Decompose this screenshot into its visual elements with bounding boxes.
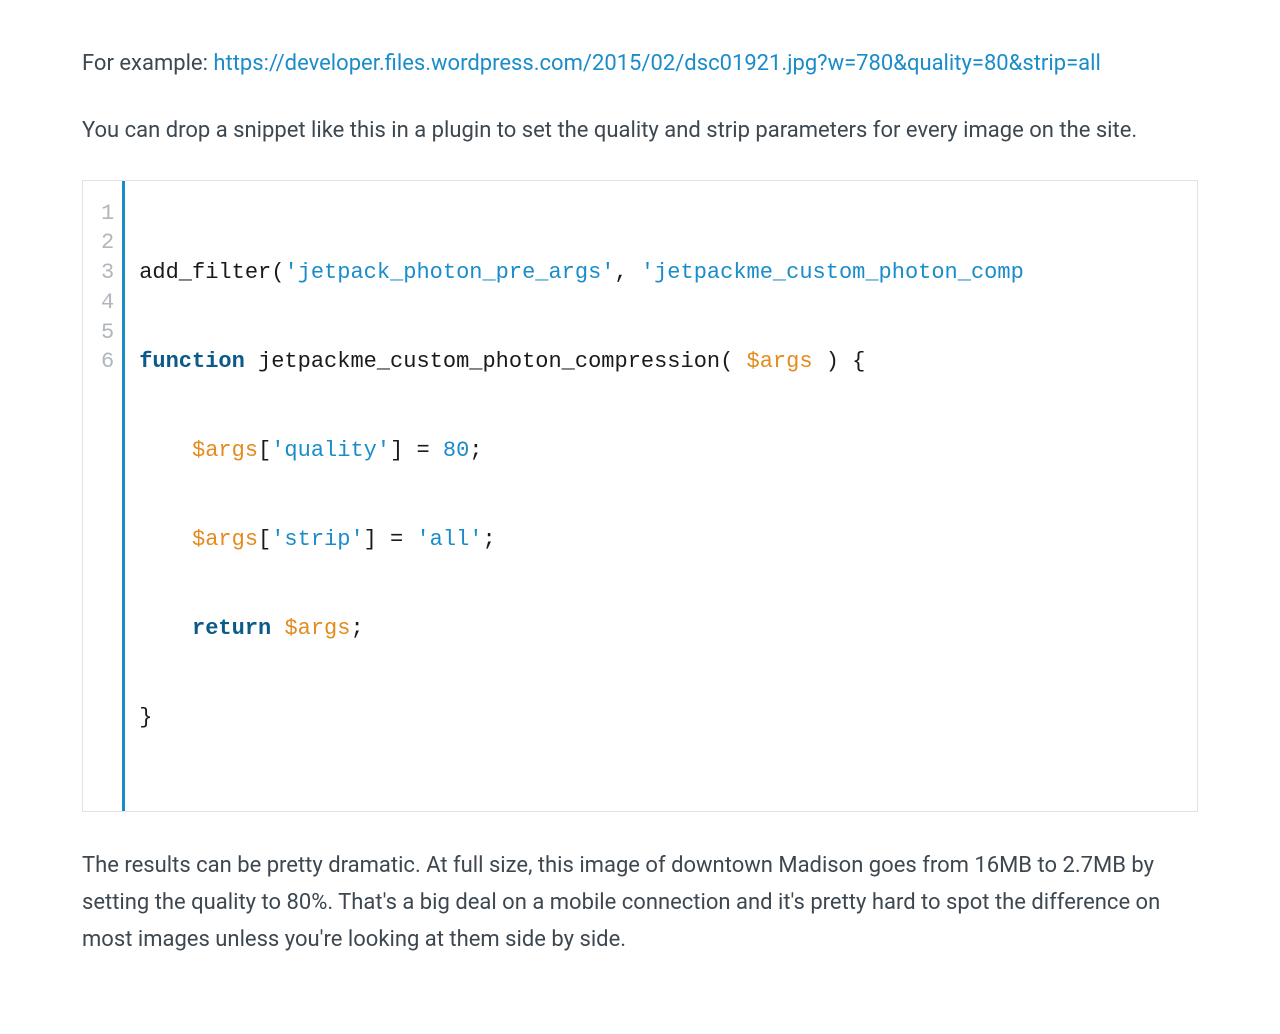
- code-line: $args['quality'] = 80;: [139, 436, 1183, 466]
- paragraph-example: For example: https://developer.files.wor…: [82, 45, 1198, 82]
- code-line: function jetpackme_custom_photon_compres…: [139, 347, 1183, 377]
- paragraph-intro: You can drop a snippet like this in a pl…: [82, 112, 1198, 149]
- line-number: 3: [101, 258, 114, 288]
- example-prefix: For example:: [82, 51, 213, 76]
- line-number: 5: [101, 318, 114, 348]
- example-url-link[interactable]: https://developer.files.wordpress.com/20…: [213, 51, 1100, 76]
- line-number: 1: [101, 199, 114, 229]
- line-number: 2: [101, 228, 114, 258]
- code-line: return $args;: [139, 614, 1183, 644]
- line-number: 6: [101, 347, 114, 377]
- code-block: 1 2 3 4 5 6 add_filter('jetpack_photon_p…: [82, 180, 1198, 812]
- line-number-gutter: 1 2 3 4 5 6: [83, 181, 125, 811]
- line-number: 4: [101, 288, 114, 318]
- code-content[interactable]: add_filter('jetpack_photon_pre_args', 'j…: [125, 181, 1197, 811]
- paragraph-results: The results can be pretty dramatic. At f…: [82, 847, 1198, 959]
- code-line: }: [139, 703, 1183, 733]
- code-line: $args['strip'] = 'all';: [139, 525, 1183, 555]
- code-line: add_filter('jetpack_photon_pre_args', 'j…: [139, 258, 1183, 288]
